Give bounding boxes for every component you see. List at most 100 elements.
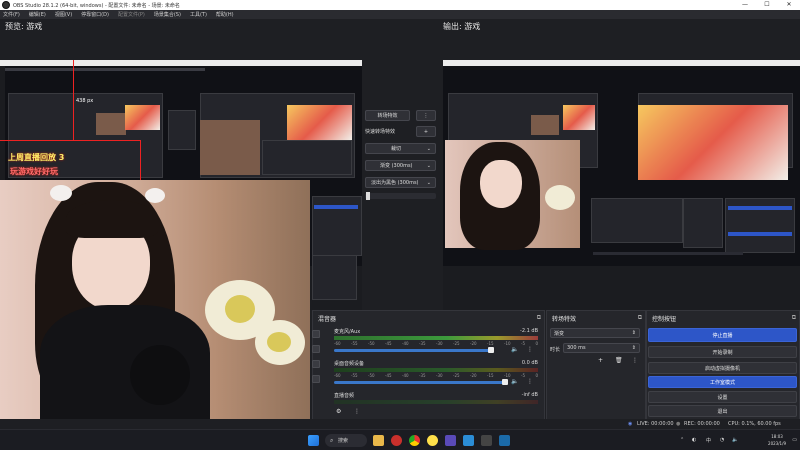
mixer-menu-kebab-icon[interactable]: ⋮ xyxy=(354,408,360,415)
exit-button[interactable]: 退出 xyxy=(648,405,797,417)
duration-input[interactable]: 300 ms ⇕ xyxy=(563,343,640,353)
kebab-menu-icon[interactable]: ⋮ xyxy=(632,357,638,364)
steam-icon[interactable] xyxy=(499,435,510,446)
mixer-side-tool-3[interactable] xyxy=(312,360,320,368)
notification-icon[interactable]: ▭ xyxy=(792,437,797,443)
chrome-icon[interactable] xyxy=(409,435,420,446)
app-blue-icon[interactable] xyxy=(463,435,474,446)
mixer-channel-mic-knob[interactable] xyxy=(488,347,494,353)
mixer-side-tool-2[interactable] xyxy=(312,345,320,353)
mixer-settings-gear-icon[interactable]: ⚙ xyxy=(336,408,341,415)
audio-mixer-title: 混音器 ⧉ xyxy=(313,311,544,325)
plush-toy-2-center xyxy=(267,332,291,352)
tray-ime[interactable]: 中 xyxy=(706,437,711,444)
mixer-tick-label: -5 xyxy=(521,373,525,378)
add-quick-transition-icon[interactable]: + xyxy=(416,126,436,137)
menu-help[interactable]: 帮助(H) xyxy=(216,11,234,18)
streamer-bangs xyxy=(66,200,158,238)
chevron-down-icon: ⌄ xyxy=(426,179,431,186)
menu-tools[interactable]: 工具(T) xyxy=(190,11,207,18)
minimize-button[interactable]: — xyxy=(734,0,756,10)
t-bar-handle[interactable] xyxy=(366,192,370,200)
start-virtual-camera-button[interactable]: 启动虚拟摄像机 xyxy=(648,362,797,374)
transition-menu-icon[interactable]: ⋮ xyxy=(416,110,436,121)
stop-streaming-button[interactable]: 停止直播 xyxy=(648,328,797,342)
duration-label: 时长 xyxy=(550,347,561,353)
speaker-icon[interactable]: 🔈 xyxy=(511,378,518,385)
mixer-channel-desktop-knob[interactable] xyxy=(502,379,508,385)
mixer-channel-stream-name: 直播音频 xyxy=(334,393,355,399)
settings-button[interactable]: 设置 xyxy=(648,391,797,403)
chevron-down-icon: ⌄ xyxy=(426,145,431,152)
menu-file[interactable]: 文件(F) xyxy=(3,11,20,18)
close-button[interactable]: ✕ xyxy=(778,0,800,10)
live-indicator-icon: ◉ xyxy=(628,421,633,427)
rec-indicator-icon: ● xyxy=(676,421,681,427)
dock-float-icon[interactable]: ⧉ xyxy=(792,314,796,322)
dock-float-icon[interactable]: ⧉ xyxy=(537,314,541,322)
trash-icon[interactable]: 🗑 xyxy=(615,357,623,364)
mixer-side-tool-1[interactable] xyxy=(312,330,320,338)
kebab-menu-icon[interactable]: ⋮ xyxy=(527,378,533,385)
selection-guide-horizontal xyxy=(0,140,140,141)
taskbar-clock[interactable]: 18:03 2023/1/9 xyxy=(768,433,786,447)
mixer-tick-label: -60 xyxy=(334,341,341,346)
program-nested-taskbar xyxy=(593,252,743,255)
program-nested-blue-button xyxy=(728,206,792,210)
nested-mixer-panel xyxy=(262,140,352,175)
scene-transitions-title: 转场特效 ⧉ xyxy=(547,311,645,325)
volume-icon[interactable]: 🔈 xyxy=(732,437,738,443)
tray-app-icon[interactable]: ◐ xyxy=(692,437,696,443)
quick-transition-cut[interactable]: 裁切 ⌄ xyxy=(365,143,436,154)
menu-docks[interactable]: 停靠窗口(D) xyxy=(81,11,109,18)
maximize-button[interactable]: ☐ xyxy=(756,0,778,10)
speaker-icon[interactable]: 🔈 xyxy=(511,346,518,353)
obs-taskbar-icon[interactable] xyxy=(391,435,402,446)
menu-view[interactable]: 视图(V) xyxy=(55,11,72,18)
mixer-tick-label: -30 xyxy=(436,373,443,378)
cpu-fps: CPU: 0.1%, 60.00 fps xyxy=(728,421,781,427)
tray-chevron-icon[interactable]: ⌃ xyxy=(680,437,684,443)
windows-start-icon[interactable] xyxy=(308,435,319,446)
program-webcam xyxy=(445,140,580,250)
mixer-tick-label: -20 xyxy=(470,373,477,378)
window-title: OBS Studio 28.1.2 (64-bit, windows) - 配置… xyxy=(13,2,180,9)
selection-guide-vertical xyxy=(73,60,74,140)
mixer-tick-label: 0 xyxy=(535,341,538,346)
kebab-menu-icon[interactable]: ⋮ xyxy=(527,346,533,353)
quick-transitions-label: 快速转场特效 xyxy=(365,129,396,135)
transition-type-select[interactable]: 渐变 ⇕ xyxy=(550,328,640,338)
menu-scene-collection[interactable]: 场景集合(S) xyxy=(154,11,181,18)
dock-float-icon[interactable]: ⧉ xyxy=(638,314,642,322)
app-purple-icon[interactable] xyxy=(445,435,456,446)
app-gray-icon[interactable] xyxy=(481,435,492,446)
program-anime-overlay xyxy=(638,105,788,180)
menu-edit[interactable]: 编辑(E) xyxy=(29,11,46,18)
mixer-channel-stream-meter xyxy=(334,400,538,404)
mixer-tick-label: -10 xyxy=(504,373,511,378)
start-recording-button[interactable]: 开始录制 xyxy=(648,346,797,358)
mixer-side-tool-4[interactable] xyxy=(312,375,320,383)
mixer-tick-label: -25 xyxy=(453,341,460,346)
quick-transition-fade[interactable]: 渐变 (300ms) ⌄ xyxy=(365,160,436,171)
rec-time: REC: 00:00:00 xyxy=(684,421,720,427)
controls-title-text: 控制按钮 xyxy=(652,316,677,323)
mixer-tick-label: -60 xyxy=(334,373,341,378)
file-explorer-icon[interactable] xyxy=(373,435,384,446)
app-yellow-icon[interactable] xyxy=(427,435,438,446)
webcam-source[interactable] xyxy=(0,180,310,420)
add-icon[interactable]: + xyxy=(598,357,603,364)
program-nested-mixer xyxy=(591,198,683,243)
network-icon[interactable]: ◔ xyxy=(720,437,724,443)
mixer-channel-desktop-slider[interactable] xyxy=(334,381,504,384)
transition-button[interactable]: 转场特效 xyxy=(365,110,410,121)
mixer-tick-label: -45 xyxy=(385,373,392,378)
microphone xyxy=(130,345,190,405)
mixer-channel-mic-slider[interactable] xyxy=(334,349,490,352)
studio-mode-button[interactable]: 工作室模式 xyxy=(648,376,797,388)
t-bar-track[interactable] xyxy=(365,192,436,200)
captured-selected-row xyxy=(314,205,358,209)
menu-profile[interactable]: 配置文件(P) xyxy=(118,11,145,18)
quick-transition-fade-black[interactable]: 淡出为黑色 (300ms) ⌄ xyxy=(365,177,436,188)
nested-webcam-thumb xyxy=(96,113,126,135)
